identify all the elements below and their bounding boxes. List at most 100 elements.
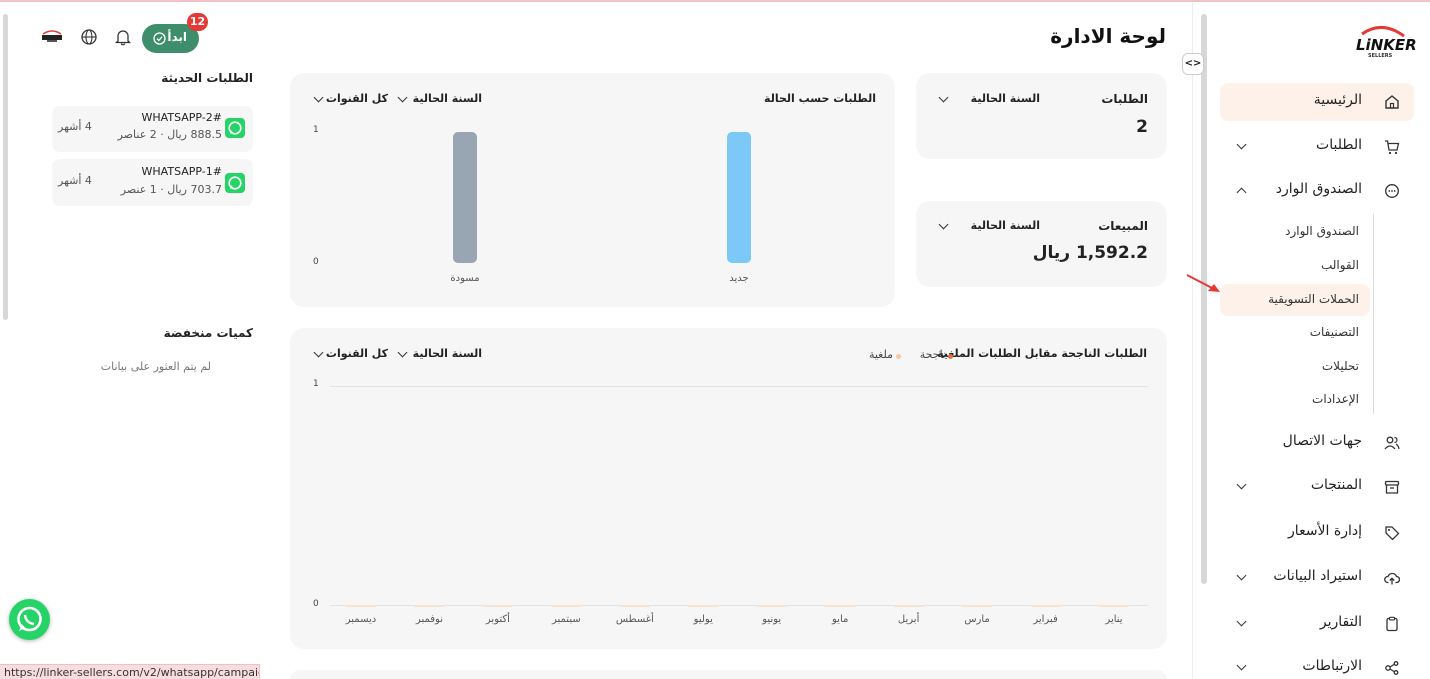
year-filter[interactable]: السنة الحالية	[396, 346, 482, 364]
sidebar-item-pricing[interactable]: إدارة الأسعار	[1220, 514, 1414, 552]
recent-orders-title: الطلبات الحديثة	[161, 71, 253, 85]
sidebar-item-label: استيراد البيانات	[1273, 568, 1362, 584]
legend-cancel-label: ملغية	[868, 348, 893, 361]
tag-icon	[1385, 526, 1400, 541]
check-circle-icon	[153, 32, 166, 45]
sidebar-item-orders[interactable]: الطلبات	[1220, 128, 1414, 166]
status-bar-url: https://linker-sellers.com/v2/whatsapp/c…	[0, 664, 260, 679]
whatsapp-float-button[interactable]	[9, 599, 50, 640]
gridline-top	[330, 386, 1148, 387]
series-point-1	[688, 605, 719, 607]
sidebar-item-label: الطلبات	[1316, 137, 1362, 153]
share-icon	[1385, 661, 1399, 675]
chevron-down-icon	[938, 219, 949, 230]
filter-label: السنة الحالية	[412, 347, 482, 360]
x-tick-label: يوليو	[693, 614, 713, 625]
x-tick-label: جديد	[729, 273, 748, 284]
submenu-item-inbox[interactable]: الصندوق الوارد	[1285, 224, 1359, 238]
channel-filter[interactable]: كل القنوات	[312, 346, 390, 364]
chevron-down-icon	[1236, 479, 1247, 490]
submenu-item-categories[interactable]: التصنيفات	[1310, 325, 1359, 339]
status-url-text: https://linker-sellers.com/v2/whatsapp/c…	[4, 666, 260, 679]
bar-0[interactable]	[727, 132, 751, 263]
recent-order-item[interactable]: WHATSAPP-2# 888.5 ريال · 2 عناصر 4 أشهر	[52, 106, 253, 152]
x-tick-label: مايو	[831, 614, 849, 625]
series-point-1	[346, 605, 376, 607]
series-point-1	[619, 605, 650, 607]
submenu-item-analytics[interactable]: تحليلات	[1322, 359, 1359, 373]
x-tick-label: يونيو	[762, 614, 782, 625]
sales-total: 1,592.2 ريال	[1032, 243, 1148, 263]
bell-icon[interactable]	[114, 28, 132, 46]
x-tick-label: أبريل	[897, 614, 920, 625]
sidebar-item-label: الصندوق الوارد	[1275, 181, 1362, 197]
red-arrow-icon	[1186, 274, 1220, 292]
order-meta: 888.5 ريال · 2 عناصر	[117, 128, 222, 141]
series-point-1	[825, 605, 856, 607]
x-tick-label: فبراير	[1033, 614, 1058, 625]
sidebar-item-label: التقارير	[1319, 614, 1362, 630]
x-tick-label: مارس	[964, 614, 990, 625]
sidebar-item-label: جهات الاتصال	[1282, 433, 1362, 449]
sidebar-item-home[interactable]: الرئيسية	[1220, 83, 1414, 121]
x-tick-label: مسودة	[450, 273, 479, 284]
low-stock-empty-message: لم يتم العثور على بيانات	[100, 360, 211, 373]
store-avatar[interactable]	[40, 29, 64, 45]
chart-title: الطلبات الناجحة مقابل الطلبات الملغية	[937, 347, 1147, 360]
sidebar-scrollbar[interactable]	[1201, 14, 1207, 584]
order-meta: 703.7 ريال · 1 عنصر	[120, 183, 222, 196]
globe-icon[interactable]	[80, 28, 98, 46]
sidebar-item-products[interactable]: المنتجات	[1220, 468, 1414, 506]
x-tick-label: أغسطس	[615, 614, 654, 625]
archive-icon	[1384, 480, 1400, 494]
x-tick-label: ديسمبر	[345, 614, 377, 625]
cart-icon	[1385, 140, 1400, 155]
chevron-down-icon	[313, 347, 324, 358]
sidebar-item-inbox[interactable]: الصندوق الوارد	[1220, 172, 1414, 210]
filter-label: كل القنوات	[325, 347, 388, 360]
legend-success-swatch	[948, 354, 953, 359]
year-filter[interactable]: السنة الحالية	[938, 218, 1040, 236]
next-card-partial	[290, 670, 1167, 679]
chevron-down-icon	[1236, 139, 1247, 150]
sidebar-item-reports[interactable]: التقارير	[1220, 605, 1414, 643]
series-point-1	[962, 605, 993, 607]
logo-text: LiNKER	[1356, 36, 1417, 54]
chevron-down-icon	[397, 347, 408, 358]
series-point-1	[756, 605, 787, 607]
y-tick-label: 0	[313, 599, 319, 609]
order-age: 4 أشهر	[58, 120, 92, 133]
chevron-down-icon	[1236, 616, 1247, 627]
submenu-rail	[1373, 214, 1374, 414]
sidebar-item-integrations[interactable]: الارتباطات	[1220, 649, 1414, 679]
store-logo-icon	[42, 30, 62, 42]
brand-logo[interactable]: LiNKER SELLERS	[1352, 24, 1417, 64]
filter-label: السنة الحالية	[970, 219, 1040, 232]
chevron-down-icon	[938, 92, 949, 103]
sidebar-item-import[interactable]: استيراد البيانات	[1220, 559, 1414, 597]
bar-1[interactable]	[453, 132, 477, 263]
x-tick-label: يناير	[1105, 614, 1123, 625]
home-icon	[1385, 95, 1399, 109]
legend-success-label: ناجحة	[919, 348, 946, 361]
submenu-item-templates[interactable]: القوالب	[1321, 258, 1359, 272]
chevron-up-icon	[1236, 187, 1247, 198]
left-panel-scrollbar[interactable]	[3, 14, 8, 320]
series-point-1	[551, 605, 582, 607]
orders-count: 2	[1136, 117, 1148, 137]
legend-cancel-swatch	[896, 354, 901, 359]
logo-subtext: SELLERS	[1368, 53, 1393, 59]
card-title: الطلبات	[1101, 92, 1148, 106]
sidebar-collapse-button[interactable]: <>	[1182, 53, 1204, 75]
clipboard-icon	[1386, 616, 1398, 632]
submenu-item-settings[interactable]: الإعدادات	[1312, 392, 1359, 406]
year-filter[interactable]: السنة الحالية	[938, 91, 1040, 109]
recent-order-item[interactable]: WHATSAPP-1# 703.7 ريال · 1 عنصر 4 أشهر	[52, 159, 253, 206]
orders-card: الطلبات السنة الحالية 2	[916, 73, 1167, 159]
submenu-item-campaigns[interactable]: الحملات التسويقية	[1220, 284, 1370, 316]
whatsapp-icon	[17, 606, 42, 632]
low-stock-title: كميات منخفضة	[163, 326, 253, 340]
card-title: المبيعات	[1098, 219, 1148, 233]
gridline-bottom	[330, 605, 1148, 606]
sidebar-item-contacts[interactable]: جهات الاتصال	[1220, 424, 1414, 462]
